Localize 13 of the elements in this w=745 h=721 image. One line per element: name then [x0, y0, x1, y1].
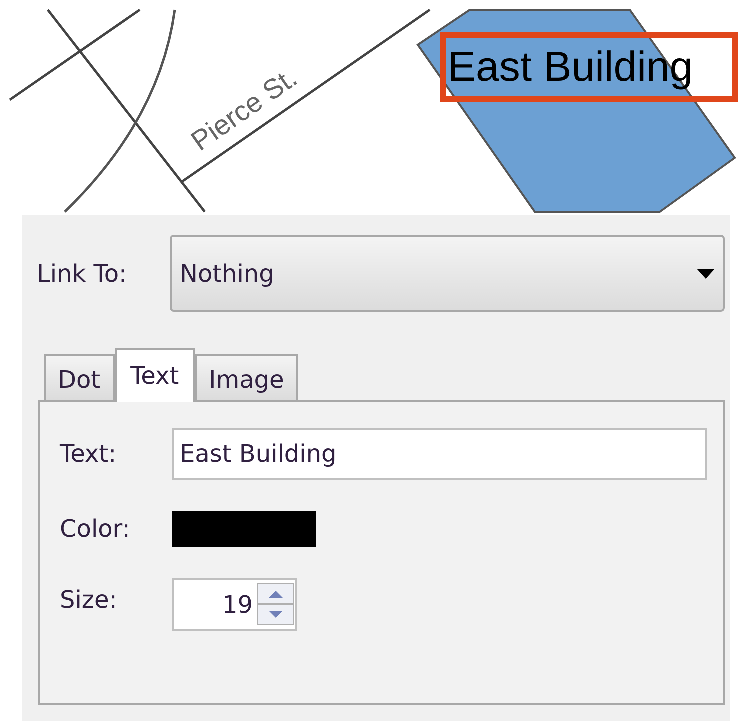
- size-label: Size:: [60, 585, 118, 616]
- color-swatch[interactable]: [172, 511, 316, 547]
- caret-icon: [697, 268, 715, 278]
- color-label: Color:: [60, 514, 132, 545]
- tab[interactable]: Dot: [44, 354, 115, 400]
- text-label: Text:: [60, 439, 118, 470]
- spinner-arrows-icon: [257, 583, 295, 626]
- tab[interactable]: Image: [195, 354, 298, 400]
- link-to-label: Link To:: [37, 258, 128, 290]
- text-field[interactable]: East Building: [172, 428, 707, 480]
- size-spinner[interactable]: 19: [172, 578, 297, 631]
- link-to-dropdown[interactable]: Nothing: [170, 235, 725, 312]
- tab[interactable]: Text: [114, 348, 196, 402]
